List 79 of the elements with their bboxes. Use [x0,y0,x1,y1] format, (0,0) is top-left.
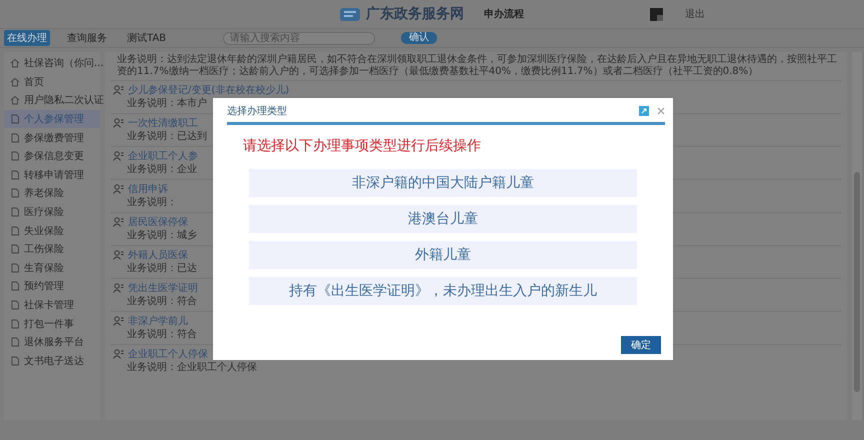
sidebar-item[interactable]: 参保缴费管理 [4,128,100,147]
sidebar-item[interactable]: 退休服务平台 [4,332,100,352]
document-icon [10,170,20,180]
document-icon [10,300,20,310]
section-title: 申办流程 [484,7,524,21]
person-icon [113,250,124,260]
service-description: 业务说明：企业 [127,163,197,176]
confirm-button[interactable]: 确定 [621,336,661,354]
home-icon [10,76,20,87]
maximize-icon[interactable] [639,106,649,116]
service-link[interactable]: 少儿参保登记/变更(非在校在校少儿) [128,83,290,97]
service-description: 业务说明：符合 [127,328,197,341]
service-link[interactable]: 非深户学前儿 [128,314,188,328]
service-description: 业务说明：城乡 [127,229,197,242]
document-icon [10,318,20,329]
sidebar-item[interactable]: 养老保险 [4,184,100,203]
document-icon [10,188,20,198]
logo-icon [340,6,360,22]
option-button[interactable]: 非深户籍的中国大陆户籍儿童 [249,169,637,197]
service-description: 业务说明：符合 [127,295,197,308]
sidebar-item[interactable]: 转移申请管理 [4,166,100,184]
logout-link[interactable]: 退出 [685,7,705,21]
service-link[interactable]: 居民医保停保 [128,215,188,229]
service-description: 业务说明：企业职工个人停保 [127,361,257,374]
person-icon [113,316,124,326]
service-link[interactable]: 企业职工个人参 [128,149,198,163]
sidebar-item[interactable]: 生育保险 [4,258,100,278]
document-icon [10,262,20,273]
person-icon [113,118,124,128]
document-icon [10,356,20,366]
service-description: 业务说明：达到法定退休年龄的深圳户籍居民，如不符合在深圳领取职工退休金条件，可参加深圳医疗保险，在达龄后入户且在异地无职工退休待遇的，按照社平工资的11.7%缴纳一档医疗；达龄前入户的，可选择参加一档医疗（最低缴费基数社平40%，缴费比例11.7%）或者二档医疗（社平工资的0.8%） [116,54,838,78]
person-icon [113,349,124,359]
home-icon [10,95,20,106]
option-button[interactable]: 持有《出生医学证明》，未办理出生入户的新生儿 [249,277,637,305]
service-description: 业务说明： [127,196,177,209]
search-button[interactable]: 确认 [401,32,438,44]
document-icon [10,132,20,143]
sidebar-item[interactable]: 社保卡管理 [4,296,100,314]
service-description: 业务说明：本市户 [127,97,207,110]
sidebar-item[interactable]: 社保咨询（你问... [4,54,100,73]
service-description: 业务说明：已达 [127,262,197,275]
service-link[interactable]: 外籍人员医保 [128,248,188,262]
sidebar-item[interactable]: 失业保险 [4,221,100,240]
sidebar-item[interactable]: 医疗保险 [4,202,100,222]
sidebar-item[interactable]: 首页 [4,72,100,92]
person-icon [113,151,124,161]
option-button[interactable]: 港澳台儿童 [249,205,637,233]
document-icon [10,207,20,218]
tab[interactable]: 在线办理 [4,30,50,46]
dialog-title: 选择办理类型 [227,104,288,118]
sidebar-item[interactable]: 预约管理 [4,277,100,296]
document-icon [10,114,20,124]
sidebar-item[interactable]: 个人参保管理 [4,110,100,128]
sidebar-item[interactable]: 打包一件事 [4,314,100,333]
service-link[interactable]: 企业职工个人停保 [128,347,208,361]
sidebar-item[interactable]: 参保信息变更 [4,146,100,166]
document-icon [10,281,20,292]
service-description: 业务说明：已达到 [127,130,207,143]
service-link[interactable]: 凭出生医学证明 [128,281,198,295]
document-icon [10,151,20,162]
close-icon[interactable] [657,107,665,115]
service-link[interactable]: 信用申诉 [128,182,168,196]
person-icon [113,283,124,293]
tab[interactable]: 测试TAB [124,30,170,46]
document-icon [10,226,20,236]
dialog-prompt: 请选择以下办理事项类型进行后续操作 [243,137,481,155]
option-button[interactable]: 外籍儿童 [249,241,637,269]
document-icon [10,244,20,254]
scrollbar[interactable] [852,52,862,420]
person-icon [113,217,124,227]
site-title: 广东政务服务网 [366,5,464,23]
person-icon [113,85,124,95]
service-link[interactable]: 一次性清缴职工 [128,116,198,130]
sidebar-item[interactable]: 工伤保险 [4,240,100,259]
home-icon [10,58,20,68]
person-icon [113,184,124,194]
document-icon [10,337,20,348]
sidebar-item[interactable]: 文书电子送达 [4,352,100,370]
tab[interactable]: 查询服务 [64,30,110,46]
